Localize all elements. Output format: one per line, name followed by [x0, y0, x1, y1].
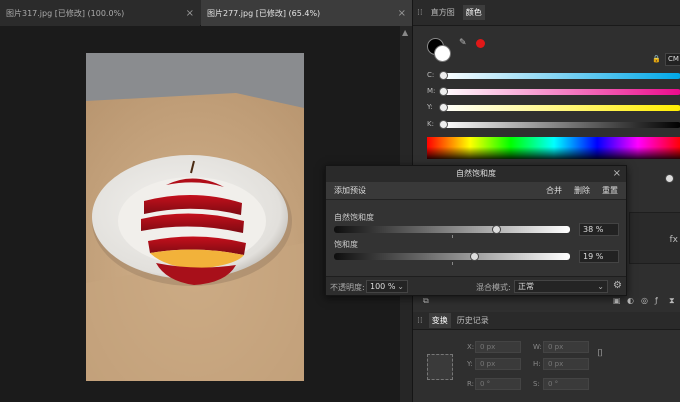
layers-area: fx — [629, 212, 680, 264]
fx-icon[interactable]: fx — [670, 235, 679, 245]
current-color-dot — [476, 39, 485, 48]
x-field[interactable]: 0 px — [475, 341, 521, 353]
blend-mode-label: 混合模式: — [476, 283, 511, 292]
close-icon[interactable]: × — [186, 8, 194, 19]
w-field[interactable]: 0 px — [543, 341, 589, 353]
opacity-label: 不透明度: — [330, 283, 365, 292]
vibrance-dialog: 自然饱和度 × 添加预设 合并 删除 重置 自然饱和度 38 % 饱和度 19 … — [325, 165, 627, 296]
reset-button[interactable]: 重置 — [602, 185, 618, 196]
opacity-value: 100 % — [370, 282, 396, 291]
tab-transform[interactable]: 变换 — [428, 313, 451, 328]
h-label: H: — [533, 360, 541, 368]
saturation-label: 饱和度 — [334, 240, 358, 249]
slider-center-tick — [452, 235, 453, 238]
fx-button-icon[interactable]: ƒ — [655, 296, 658, 305]
black-knob[interactable] — [439, 120, 448, 129]
scroll-up-icon[interactable]: ▲ — [402, 28, 410, 37]
drag-handle-icon[interactable]: ⁞⁞ — [417, 8, 423, 18]
document-tab-1[interactable]: 图片317.jpg [已修改] (100.0%) × — [0, 0, 200, 26]
saturation-slider-knob[interactable] — [469, 252, 479, 261]
cyan-slider[interactable]: C: — [427, 71, 680, 81]
black-label: K: — [427, 120, 434, 128]
gear-icon[interactable]: ⚙ — [613, 280, 622, 291]
r-label: R: — [467, 380, 475, 388]
saturation-value-field[interactable]: 19 % — [579, 250, 619, 263]
close-icon[interactable]: × — [398, 8, 406, 19]
yellow-slider[interactable]: Y: — [427, 103, 680, 113]
panel-tabs: ⁞⁞ 直方图 颜色 — [413, 0, 680, 26]
vibrance-slider-track[interactable] — [334, 226, 570, 233]
mask-icon[interactable]: ◐ — [627, 296, 634, 305]
color-swatches[interactable] — [427, 38, 453, 62]
apple-photo — [86, 53, 304, 381]
vibrance-value-field[interactable]: 38 % — [579, 223, 619, 236]
h-field[interactable]: 0 px — [543, 358, 589, 370]
tab-histogram[interactable]: 直方图 — [431, 7, 455, 18]
layer-stack-icon[interactable]: ⧉ — [423, 296, 429, 306]
w-label: W: — [533, 343, 542, 351]
chevron-down-icon: ⌄ — [397, 282, 404, 291]
color-spectrum[interactable] — [427, 137, 680, 159]
vibrance-label: 自然饱和度 — [334, 213, 374, 222]
transform-tabs: ⁞⁞ 变换 历史记录 — [413, 312, 680, 330]
s-label: S: — [533, 380, 540, 388]
document-image — [86, 53, 304, 381]
saturation-slider-track[interactable] — [334, 253, 570, 260]
close-icon[interactable]: × — [613, 166, 621, 182]
blend-mode-value: 正常 — [518, 282, 534, 291]
delete-button[interactable]: 删除 — [574, 185, 590, 196]
document-tab-bar: 图片317.jpg [已修改] (100.0%) × 图片277.jpg [已修… — [0, 0, 412, 26]
x-label: X: — [467, 343, 475, 351]
slider-center-tick — [452, 262, 453, 265]
magenta-label: M: — [427, 87, 436, 95]
anchor-selector[interactable] — [427, 354, 453, 380]
add-preset-button[interactable]: 添加预设 — [334, 185, 366, 196]
magenta-knob[interactable] — [439, 87, 448, 96]
primary-color-swatch[interactable] — [434, 45, 451, 62]
adjustment-icon[interactable]: ◎ — [641, 296, 648, 305]
drag-handle-icon[interactable]: ⁞⁞ — [417, 316, 423, 326]
cyan-knob[interactable] — [439, 71, 448, 80]
lock-icon[interactable]: 🔒 — [652, 55, 661, 63]
yellow-label: Y: — [427, 103, 433, 111]
tab-color[interactable]: 颜色 — [462, 5, 485, 20]
merge-button[interactable]: 合并 — [546, 185, 562, 196]
black-slider[interactable]: K: — [427, 120, 680, 130]
document-tab-1-label: 图片317.jpg [已修改] (100.0%) — [6, 8, 125, 18]
layer-options-icon[interactable]: ▣ — [613, 296, 621, 305]
cyan-label: C: — [427, 71, 435, 79]
opacity-dropdown[interactable]: 100 % ⌄ — [366, 280, 408, 293]
shear-field[interactable]: 0 ° — [543, 378, 589, 390]
delete-layer-icon[interactable]: ⧗ — [669, 296, 675, 306]
yellow-knob[interactable] — [439, 103, 448, 112]
document-tab-2[interactable]: 图片277.jpg [已修改] (65.4%) × — [201, 0, 412, 26]
color-model-dropdown[interactable]: CM — [665, 53, 680, 66]
opacity-knob[interactable] — [665, 174, 674, 183]
rotation-field[interactable]: 0 ° — [475, 378, 521, 390]
magenta-slider[interactable]: M: — [427, 87, 680, 97]
dialog-title: 自然饱和度 — [456, 169, 496, 178]
y-field[interactable]: 0 px — [475, 358, 521, 370]
blend-mode-dropdown[interactable]: 正常 ⌄ — [514, 280, 608, 293]
eyedropper-icon[interactable]: ✎ — [459, 38, 467, 48]
document-tab-2-label: 图片277.jpg [已修改] (65.4%) — [207, 8, 321, 18]
tab-history[interactable]: 历史记录 — [457, 315, 489, 326]
dialog-title-bar[interactable]: 自然饱和度 × — [326, 166, 626, 182]
link-icon[interactable]: ⌷ — [597, 348, 603, 359]
dialog-toolbar: 添加预设 合并 删除 重置 — [326, 182, 626, 200]
chevron-down-icon: ⌄ — [597, 282, 604, 291]
dialog-footer: 不透明度: 100 % ⌄ 混合模式: 正常 ⌄ ⚙ — [326, 276, 626, 295]
y-label: Y: — [467, 360, 473, 368]
